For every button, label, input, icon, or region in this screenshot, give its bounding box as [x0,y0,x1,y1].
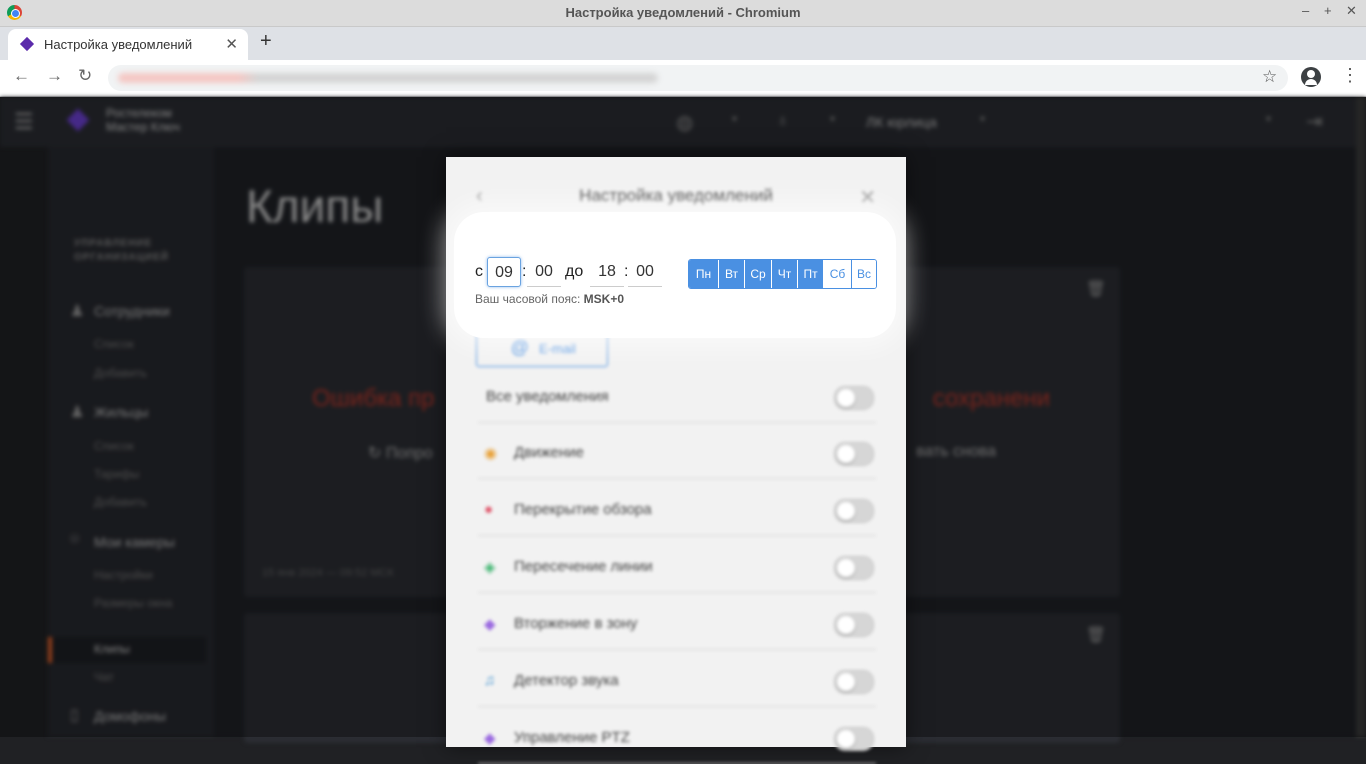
notification-label: Все уведомления [486,388,609,405]
notification-row-motion: ◉ Движение [478,428,876,479]
new-tab-button[interactable]: + [260,30,272,53]
day-toggle-sun[interactable]: Вс [852,260,876,288]
day-toggle-thu[interactable]: Чт [772,260,798,288]
time-separator: : [522,263,527,280]
notification-label: Движение [514,444,584,461]
notification-row-all: Все уведомления [478,372,876,423]
sound-detector-icon: ♫ [484,672,496,689]
notification-row-ptz: ◆ Управление PTZ [478,713,876,764]
maximize-button[interactable]: + [1324,3,1332,18]
at-sign-icon: @ [511,337,529,357]
email-button-label: E-mail [539,341,576,356]
day-toggle-mon[interactable]: Пн [689,260,719,288]
day-toggle-tue[interactable]: Вт [719,260,745,288]
ptz-icon: ◆ [484,730,496,747]
notification-label: Детектор звука [514,672,619,689]
blurred-url [118,73,658,83]
schedule-panel: с 09 : 00 до 18 : 00 Пн Вт Ср Чт Пт Сб В… [454,212,896,338]
from-label: с [475,263,483,280]
notification-row-zone-intrusion: ◆ Вторжение в зону [478,599,876,650]
address-bar[interactable] [108,65,1288,91]
notification-label: Пересечение линии [514,558,653,575]
forward-arrow-icon[interactable]: → [46,66,63,86]
notification-row-sound: ♫ Детектор звука [478,656,876,707]
close-icon[interactable]: ✕ [859,185,876,210]
from-minute-input[interactable]: 00 [527,257,561,287]
view-blocked-icon: ● [484,501,494,518]
window-title: Настройка уведомлений - Chromium [565,5,801,20]
to-label: до [565,263,584,280]
notification-label: Вторжение в зону [514,615,638,632]
to-minute-input[interactable]: 00 [628,257,662,287]
tab-close-icon[interactable]: ✕ [225,35,238,53]
notification-label: Управление PTZ [514,729,630,746]
toggle-switch[interactable] [834,442,874,466]
notification-row-obstruction: ● Перекрытие обзора [478,485,876,536]
tab-label: Настройка уведомлений [44,37,193,52]
close-window-button[interactable]: ✕ [1346,3,1357,19]
browser-tab[interactable]: Настройка уведомлений ✕ [8,29,248,60]
toggle-switch[interactable] [834,613,874,637]
from-hour-input[interactable]: 09 [487,257,521,287]
bookmark-star-icon[interactable]: ☆ [1262,67,1277,87]
browser-toolbar: ← → ↻ ☆ ⋮ [0,60,1366,97]
weekday-selector: Пн Вт Ср Чт Пт Сб Вс [688,259,877,289]
minimize-button[interactable]: – [1302,3,1309,18]
modal-title: Настройка уведомлений [579,186,773,205]
toggle-switch[interactable] [834,727,874,751]
toggle-switch[interactable] [834,386,874,410]
motion-icon: ◉ [484,445,498,462]
reload-icon[interactable]: ↻ [78,66,92,86]
day-toggle-fri[interactable]: Пт [798,260,824,288]
notification-row-line-crossing: ◈ Пересечение линии [478,542,876,593]
browser-menu-icon[interactable]: ⋮ [1341,65,1359,86]
notification-label: Перекрытие обзора [514,501,652,518]
line-crossing-icon: ◈ [484,559,496,576]
timezone-info: Ваш часовой пояс: MSK+0 [475,292,624,306]
day-toggle-wed[interactable]: Ср [745,260,772,288]
timezone-prefix: Ваш часовой пояс: [475,292,581,306]
window-titlebar: Настройка уведомлений - Chromium – + ✕ [0,0,1366,27]
web-app: ☰ Ростелеком Мастер Ключ ◍ ▾ ♁ ▾ ЛК юрли… [0,97,1366,764]
site-favicon-icon [19,36,35,52]
profile-avatar-icon[interactable] [1301,67,1321,87]
to-hour-input[interactable]: 18 [590,257,624,287]
back-arrow-icon[interactable]: ← [13,66,30,86]
toggle-switch[interactable] [834,556,874,580]
toggle-switch[interactable] [834,670,874,694]
timezone-value: MSK+0 [583,292,625,306]
day-toggle-sat[interactable]: Сб [824,260,852,288]
tab-strip: Настройка уведомлений ✕ + [0,27,1366,60]
toggle-switch[interactable] [834,499,874,523]
zone-intrusion-icon: ◆ [484,616,496,633]
